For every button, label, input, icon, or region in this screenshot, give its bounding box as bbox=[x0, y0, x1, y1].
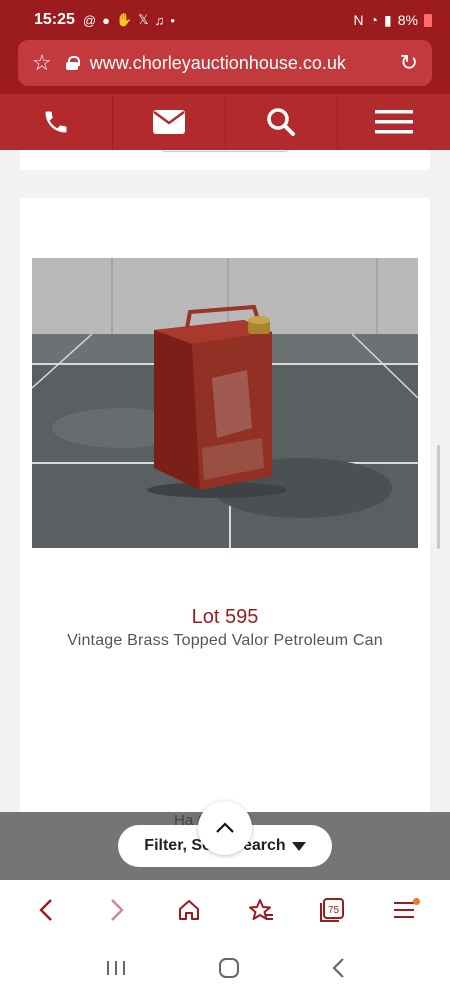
menu-icon bbox=[375, 110, 414, 134]
back-button[interactable] bbox=[26, 890, 66, 930]
home-button[interactable] bbox=[169, 890, 209, 930]
lock-icon[interactable] bbox=[65, 56, 80, 70]
back-chevron-icon bbox=[332, 957, 344, 978]
alert-icon: ● bbox=[102, 12, 110, 28]
signal-icon: ▮ bbox=[384, 11, 392, 28]
browser-url-area: ☆ www.chorleyauctionhouse.co.uk ↻ bbox=[0, 40, 450, 94]
phone-button[interactable] bbox=[0, 94, 113, 150]
forward-button[interactable] bbox=[97, 890, 137, 930]
petrol-can-photo bbox=[32, 258, 418, 548]
android-nav-bar bbox=[0, 940, 450, 1000]
wifi-icon: ◔ bbox=[369, 12, 379, 28]
scroll-to-top-button[interactable] bbox=[198, 801, 252, 855]
browser-menu-button[interactable] bbox=[384, 890, 424, 930]
system-icons: N ◔ ▮ 8% bbox=[353, 12, 432, 29]
x-icon: 𝕏 bbox=[138, 12, 149, 27]
browser-toolbar: 75 bbox=[0, 880, 450, 940]
battery-level: 8% bbox=[397, 12, 418, 28]
filter-funnel-icon bbox=[291, 841, 306, 851]
chevron-up-icon bbox=[216, 822, 234, 833]
reload-icon[interactable]: ↻ bbox=[400, 50, 418, 76]
home-icon bbox=[179, 900, 200, 920]
battery-icon bbox=[424, 13, 432, 27]
bookmark-star-icon[interactable]: ☆ bbox=[32, 50, 52, 76]
mail-icon bbox=[152, 110, 185, 134]
scrollbar-thumb[interactable] bbox=[437, 445, 440, 549]
music-icon: ♫ bbox=[154, 12, 165, 28]
lot-image[interactable] bbox=[32, 258, 418, 548]
recents-button[interactable] bbox=[105, 959, 127, 982]
bookmarks-button[interactable] bbox=[241, 890, 281, 930]
home-nav-button[interactable] bbox=[218, 957, 240, 984]
lot-number[interactable]: Lot 595 bbox=[20, 606, 430, 629]
lot-title[interactable]: Vintage Brass Topped Valor Petroleum Can bbox=[20, 632, 430, 650]
previous-lot-button[interactable] bbox=[158, 150, 292, 152]
url-bar[interactable]: ☆ www.chorleyauctionhouse.co.uk ↻ bbox=[18, 40, 432, 86]
menu-button[interactable] bbox=[338, 94, 450, 150]
mail-button[interactable] bbox=[113, 94, 226, 150]
chevron-left-icon bbox=[39, 899, 52, 921]
home-circle-icon bbox=[218, 957, 239, 978]
search-icon bbox=[267, 108, 296, 136]
hand-icon: ✋ bbox=[115, 12, 133, 27]
tab-count: 75 bbox=[328, 905, 340, 916]
menu-icon bbox=[394, 902, 415, 918]
site-nav bbox=[0, 94, 450, 150]
lot-card[interactable]: Lot 595 Vintage Brass Topped Valor Petro… bbox=[20, 198, 430, 880]
tabs-icon: 75 bbox=[320, 898, 345, 922]
tabs-button[interactable]: 75 bbox=[312, 890, 352, 930]
notification-icons: @ ● ✋ 𝕏 ♫ • bbox=[83, 12, 175, 28]
threads-icon: @ bbox=[82, 12, 97, 28]
bookmark-star-menu-icon bbox=[248, 899, 273, 920]
dot-icon: • bbox=[170, 12, 175, 28]
notification-dot bbox=[413, 898, 421, 905]
nfc-icon: N bbox=[353, 12, 364, 28]
search-button[interactable] bbox=[226, 94, 339, 150]
page-content: Lot 595 Vintage Brass Topped Valor Petro… bbox=[0, 150, 450, 880]
chevron-right-icon bbox=[111, 899, 125, 921]
previous-lot-card bbox=[20, 150, 430, 170]
recents-icon bbox=[107, 960, 126, 975]
status-time: 15:25 bbox=[34, 11, 75, 28]
back-nav-button[interactable] bbox=[331, 957, 345, 984]
url-text[interactable]: www.chorleyauctionhouse.co.uk bbox=[90, 53, 400, 74]
status-bar: 15:25 @ ● ✋ 𝕏 ♫ • N ◔ ▮ 8% bbox=[0, 0, 450, 40]
phone-icon bbox=[45, 111, 67, 133]
